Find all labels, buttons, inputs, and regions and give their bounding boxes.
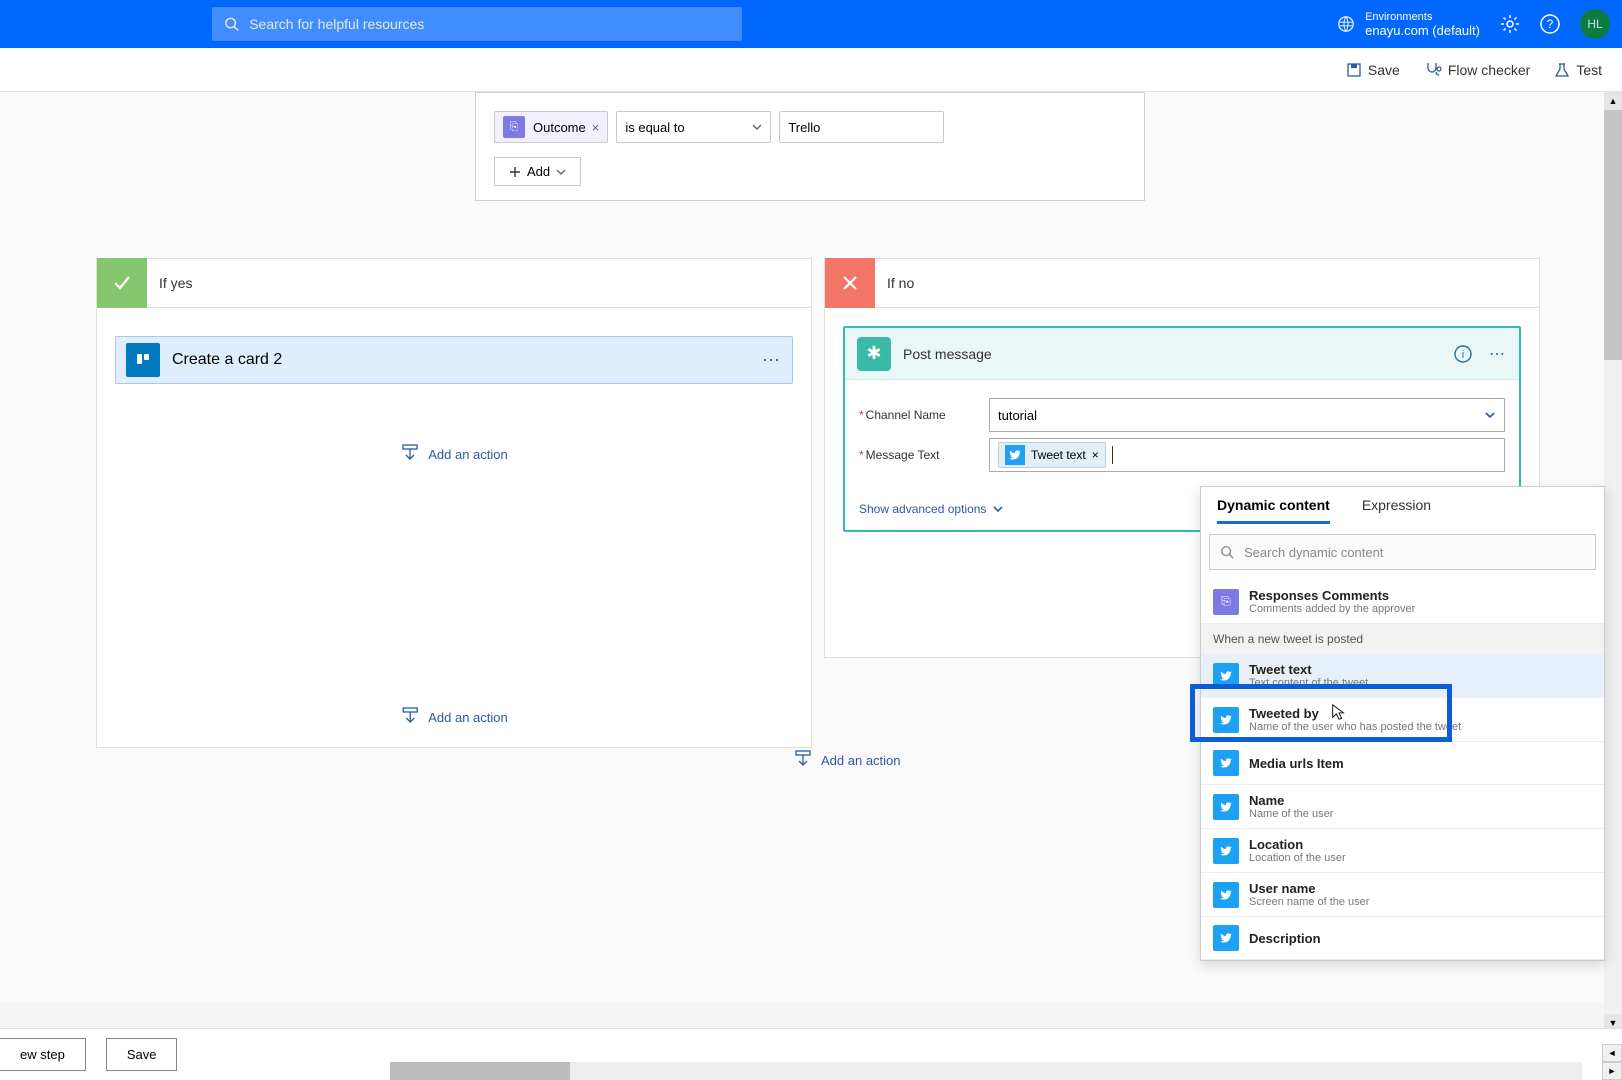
avatar[interactable]: HL: [1580, 9, 1610, 39]
dyn-item-location[interactable]: LocationLocation of the user: [1201, 829, 1604, 873]
chevron-down-icon: [992, 503, 1004, 515]
tab-dynamic-content[interactable]: Dynamic content: [1217, 497, 1330, 524]
twitter-icon: [1213, 925, 1239, 951]
channel-label: Channel Name: [859, 408, 989, 422]
condition-card[interactable]: ⎘ Outcome × is equal to Trello Add: [475, 92, 1145, 201]
horizontal-scrollbar[interactable]: [390, 1062, 1582, 1080]
gear-icon[interactable]: [1500, 14, 1520, 34]
twitter-icon: [1213, 838, 1239, 864]
info-icon[interactable]: i: [1453, 344, 1473, 364]
remove-token-icon[interactable]: ×: [592, 120, 600, 135]
tweet-text-token[interactable]: Tweet text ×: [998, 442, 1106, 468]
env-name: enayu.com (default): [1365, 23, 1480, 38]
scroll-up-icon[interactable]: ▲: [1604, 92, 1622, 110]
condition-operator[interactable]: is equal to: [616, 111, 771, 143]
flow-checker-button[interactable]: Flow checker: [1424, 61, 1530, 79]
insert-step-icon: [400, 444, 420, 464]
save-button[interactable]: Save: [1346, 62, 1400, 78]
more-icon[interactable]: ⋯: [1489, 344, 1507, 364]
insert-step-icon: [793, 750, 813, 770]
dyn-item-tweet-text[interactable]: Tweet textText content of the tweet: [1201, 654, 1604, 698]
dyn-item-media-urls[interactable]: Media urls Item: [1201, 742, 1604, 785]
chevron-down-icon: [752, 122, 762, 132]
search-input[interactable]: [249, 16, 730, 32]
close-icon: [825, 258, 875, 308]
twitter-icon: [1213, 707, 1239, 733]
add-action-between[interactable]: Add an action: [793, 750, 901, 770]
footer: ew step Save ◄►: [0, 1028, 1622, 1080]
search-icon: [224, 16, 239, 32]
trello-icon: [126, 343, 160, 377]
cursor-icon: [1330, 703, 1348, 721]
chevron-down-icon: [1484, 409, 1496, 421]
save-button-footer[interactable]: Save: [106, 1038, 178, 1071]
condition-left-token[interactable]: ⎘ Outcome ×: [494, 111, 608, 143]
twitter-icon: [1005, 445, 1025, 465]
svg-text:i: i: [1462, 349, 1464, 361]
environment-icon: [1337, 15, 1355, 33]
show-advanced-link[interactable]: Show advanced options: [859, 502, 1004, 516]
svg-text:?: ?: [1547, 17, 1554, 31]
add-action-yes-bottom[interactable]: Add an action: [400, 707, 508, 727]
if-yes-header[interactable]: If yes: [96, 258, 812, 308]
vertical-scrollbar[interactable]: ▲ ▼: [1604, 92, 1622, 1032]
message-label: Message Text: [859, 448, 989, 462]
add-action-yes[interactable]: Add an action: [115, 444, 793, 464]
search-box[interactable]: [212, 7, 742, 41]
twitter-icon: [1213, 750, 1239, 776]
more-icon[interactable]: ⋯: [762, 350, 782, 371]
if-yes-branch: If yes Create a card 2 ⋯ Add an action A…: [96, 258, 812, 748]
help-icon[interactable]: ?: [1540, 14, 1560, 34]
env-label: Environments: [1365, 11, 1480, 23]
create-card-action[interactable]: Create a card 2 ⋯: [115, 336, 793, 384]
dyn-item-description[interactable]: Description: [1201, 917, 1604, 960]
flask-icon: [1554, 62, 1570, 78]
check-icon: [97, 258, 147, 308]
environment-picker[interactable]: Environments enayu.com (default): [1337, 11, 1480, 38]
slack-icon: ✱: [857, 337, 891, 371]
plus-icon: [509, 166, 521, 178]
new-step-button[interactable]: ew step: [0, 1038, 86, 1071]
dyn-item-user-name[interactable]: User nameScreen name of the user: [1201, 873, 1604, 917]
action-title: Post message: [903, 346, 992, 362]
search-icon: [1220, 545, 1234, 559]
channel-input[interactable]: tutorial: [989, 398, 1505, 432]
insert-step-icon: [400, 707, 420, 727]
dyn-item-name[interactable]: NameName of the user: [1201, 785, 1604, 829]
add-condition-button[interactable]: Add: [494, 157, 581, 186]
message-input[interactable]: Tweet text ×: [989, 438, 1505, 472]
test-button[interactable]: Test: [1554, 62, 1602, 78]
chevron-down-icon: [556, 167, 566, 177]
command-bar: Save Flow checker Test: [0, 48, 1622, 92]
dyn-item-responses-comments[interactable]: ⎘ Responses CommentsComments added by th…: [1201, 580, 1604, 624]
action-title: Create a card 2: [172, 351, 282, 369]
dyn-item-tweeted-by[interactable]: Tweeted byName of the user who has poste…: [1201, 698, 1604, 742]
approvals-icon: ⎘: [1213, 589, 1239, 615]
if-no-header[interactable]: If no: [824, 258, 1540, 308]
twitter-icon: [1213, 663, 1239, 689]
remove-token-icon[interactable]: ×: [1092, 448, 1099, 462]
approvals-icon: ⎘: [503, 116, 525, 138]
save-icon: [1346, 62, 1362, 78]
app-header: Environments enayu.com (default) ? HL: [0, 0, 1622, 48]
dyn-group-header: When a new tweet is posted: [1201, 624, 1604, 654]
twitter-icon: [1213, 882, 1239, 908]
dynamic-search[interactable]: Search dynamic content: [1209, 534, 1596, 570]
scroll-thumb[interactable]: [390, 1062, 570, 1080]
twitter-icon: [1213, 794, 1239, 820]
scroll-right-icon[interactable]: ►: [1602, 1062, 1622, 1080]
condition-value[interactable]: Trello: [779, 111, 944, 143]
tab-expression[interactable]: Expression: [1362, 497, 1431, 524]
scroll-thumb[interactable]: [1604, 110, 1622, 360]
scroll-left-icon[interactable]: ◄: [1602, 1044, 1622, 1062]
dynamic-content-panel: Dynamic content Expression Search dynami…: [1200, 486, 1605, 961]
stethoscope-icon: [1424, 61, 1442, 79]
